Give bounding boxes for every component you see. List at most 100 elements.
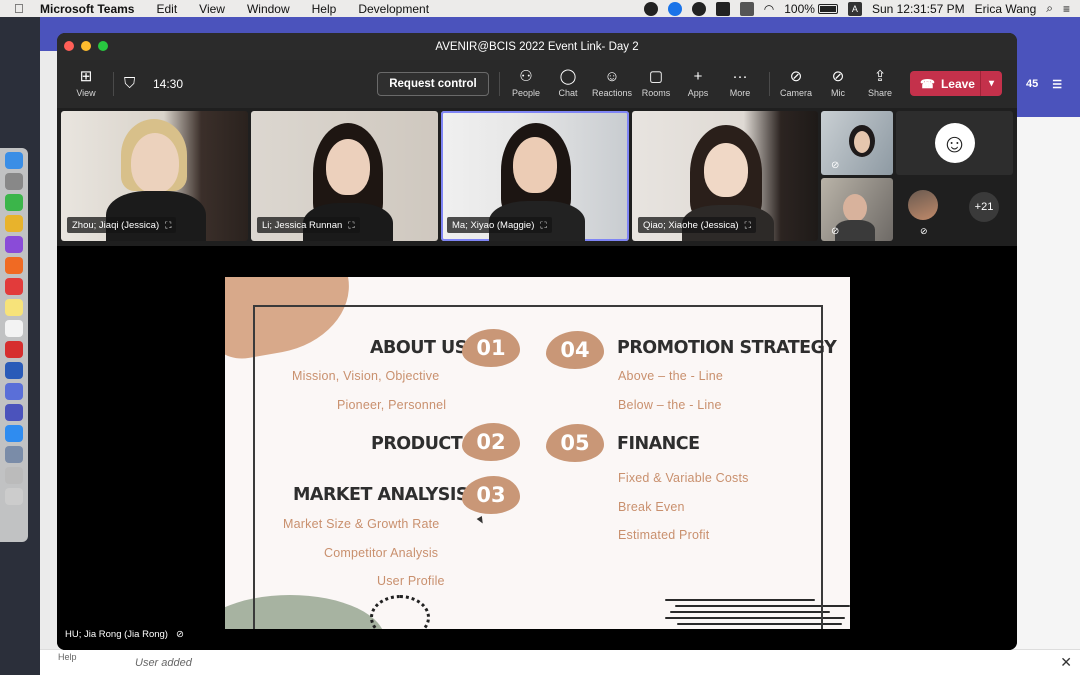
teams-icon[interactable]: [5, 404, 23, 421]
participant-name: Zhou; Jiaqi (Jessica): [72, 219, 160, 231]
av-controls: ⊘ Camera ⊘ Mic ⇪ Share: [775, 69, 901, 98]
close-window-button[interactable]: [64, 41, 74, 51]
apps-button[interactable]: + Apps: [677, 69, 719, 98]
launchpad-icon[interactable]: [5, 173, 23, 190]
grammarly-tray-icon[interactable]: [691, 1, 706, 16]
battery-icon: [817, 3, 838, 14]
menu-view[interactable]: View: [199, 2, 225, 16]
menu-app-name[interactable]: Microsoft Teams: [40, 2, 134, 16]
participant-tile[interactable]: Zhou; Jiaqi (Jessica) ⛶: [61, 111, 248, 241]
view-label: View: [76, 88, 96, 98]
participant-video: [704, 143, 748, 197]
spotlight-search-icon[interactable]: ⌕: [1046, 1, 1053, 16]
finder-icon[interactable]: [5, 152, 23, 169]
section-number-04: 04: [546, 331, 604, 369]
leave-main[interactable]: ☎ Leave: [910, 77, 980, 91]
leave-button[interactable]: ☎ Leave ▾: [910, 71, 1002, 96]
share-icon: ⇪: [873, 68, 887, 85]
avatar[interactable]: [908, 190, 938, 220]
more-button[interactable]: ··· More: [719, 69, 761, 98]
macos-dock: [0, 148, 28, 542]
reactions-button[interactable]: ☺ Reactions: [589, 69, 635, 98]
slide-heading-market-analysis: MARKET ANALYSIS: [293, 485, 469, 505]
accessibility-tray-icon[interactable]: [667, 1, 682, 16]
word-icon[interactable]: [5, 362, 23, 379]
adobe-tray-icon[interactable]: [715, 1, 730, 16]
participant-tile[interactable]: Qiao; Xiaohe (Jessica) ⛶: [632, 111, 818, 241]
view-button[interactable]: ⊞ View: [65, 69, 107, 98]
participant-thumbnail[interactable]: ⊘: [821, 178, 893, 241]
background-header-right: 45 ☰: [1016, 51, 1080, 117]
pin-icon[interactable]: ⛶: [540, 220, 546, 231]
firefox-dev-icon[interactable]: [5, 236, 23, 253]
acrobat-icon[interactable]: [5, 341, 23, 358]
mic-off-icon: ⊘: [920, 226, 928, 236]
participant-tile[interactable]: Li; Jessica Runnan ⛶: [251, 111, 438, 241]
participant-video: [835, 220, 875, 241]
pin-icon[interactable]: ⛶: [745, 220, 751, 231]
app-red-icon[interactable]: [5, 278, 23, 295]
request-control-button[interactable]: Request control: [377, 72, 489, 96]
list-icon[interactable]: ☰: [1052, 78, 1062, 91]
minimize-window-button[interactable]: [81, 41, 91, 51]
wechat-tray-icon[interactable]: [643, 1, 658, 16]
textedit-icon[interactable]: [5, 320, 23, 337]
pin-icon[interactable]: ⛶: [348, 220, 354, 231]
apps-icon: +: [693, 68, 703, 85]
meeting-toolbar: ⊞ View ⛉ 14:30 Request control ⚇ People …: [57, 60, 1017, 108]
more-participants-button[interactable]: +21: [969, 192, 999, 222]
camera-button[interactable]: ⊘ Camera: [775, 69, 817, 98]
slide-heading-finance: FINANCE: [617, 434, 700, 454]
presenter-name-tag: HU; Jia Rong (Jia Rong) ⊘: [65, 629, 184, 640]
notes-icon[interactable]: [5, 299, 23, 316]
wechat-icon[interactable]: [5, 194, 23, 211]
downloads-stack-icon[interactable]: [5, 467, 23, 484]
chrome-icon[interactable]: [5, 215, 23, 232]
slide-item: User Profile: [377, 574, 445, 588]
menu-edit[interactable]: Edit: [156, 2, 177, 16]
safari-icon[interactable]: [5, 425, 23, 442]
rooms-icon: ▢: [648, 68, 664, 85]
zoom-window-button[interactable]: [98, 41, 108, 51]
background-chat-bar: Help User added ✕: [40, 649, 1080, 675]
chat-button[interactable]: ◯ Chat: [547, 69, 589, 98]
menubar-user[interactable]: Erica Wang: [975, 2, 1037, 16]
presenter-name: HU; Jia Rong (Jia Rong): [65, 629, 168, 640]
menu-development[interactable]: Development: [358, 2, 429, 16]
menubar-datetime[interactable]: Sun 12:31:57 PM: [872, 2, 965, 16]
participant-name-tag: Li; Jessica Runnan ⛶: [257, 217, 360, 233]
people-button[interactable]: ⚇ People: [505, 69, 547, 98]
slide-item: Market Size & Growth Rate: [283, 517, 440, 531]
rooms-button[interactable]: ▢ Rooms: [635, 69, 677, 98]
menu-help[interactable]: Help: [312, 2, 337, 16]
preview-icon[interactable]: [5, 446, 23, 463]
chevron-down-icon[interactable]: ▾: [981, 78, 1002, 89]
firefox-icon[interactable]: [5, 257, 23, 274]
pin-icon[interactable]: ⛶: [165, 220, 171, 231]
script-tray-icon[interactable]: [739, 1, 754, 16]
wifi-icon[interactable]: ◠: [764, 2, 774, 16]
participant-avatar-tile[interactable]: ☺: [896, 111, 1013, 175]
share-button[interactable]: ⇪ Share: [859, 69, 901, 98]
control-center-icon[interactable]: ≡: [1063, 2, 1070, 16]
input-source-icon[interactable]: A: [847, 1, 862, 16]
system-prefs-icon[interactable]: [5, 383, 23, 400]
participant-tile-active[interactable]: Ma; Xiyao (Maggie) ⛶: [441, 111, 629, 241]
mic-button[interactable]: ⊘ Mic: [817, 69, 859, 98]
slide-item: Estimated Profit: [618, 528, 710, 542]
menubar-tray: ◠ 100% A Sun 12:31:57 PM Erica Wang ⌕ ≡: [643, 1, 1080, 16]
participant-video: [854, 131, 870, 153]
participant-thumbnail[interactable]: ⊘: [821, 111, 893, 175]
people-icon: ⚇: [519, 68, 533, 85]
rooms-label: Rooms: [641, 88, 671, 98]
camera-label: Camera: [779, 88, 812, 98]
participant-video: [131, 133, 179, 193]
smiley-avatar-icon: ☺: [934, 123, 975, 163]
trash-icon[interactable]: [5, 488, 23, 505]
close-icon[interactable]: ✕: [1060, 654, 1072, 671]
slide-heading-about-us: ABOUT US: [370, 338, 467, 358]
battery-indicator[interactable]: 100%: [784, 2, 838, 16]
apple-icon[interactable]: : [14, 1, 28, 16]
help-link[interactable]: Help: [58, 652, 77, 662]
menu-window[interactable]: Window: [247, 2, 290, 16]
